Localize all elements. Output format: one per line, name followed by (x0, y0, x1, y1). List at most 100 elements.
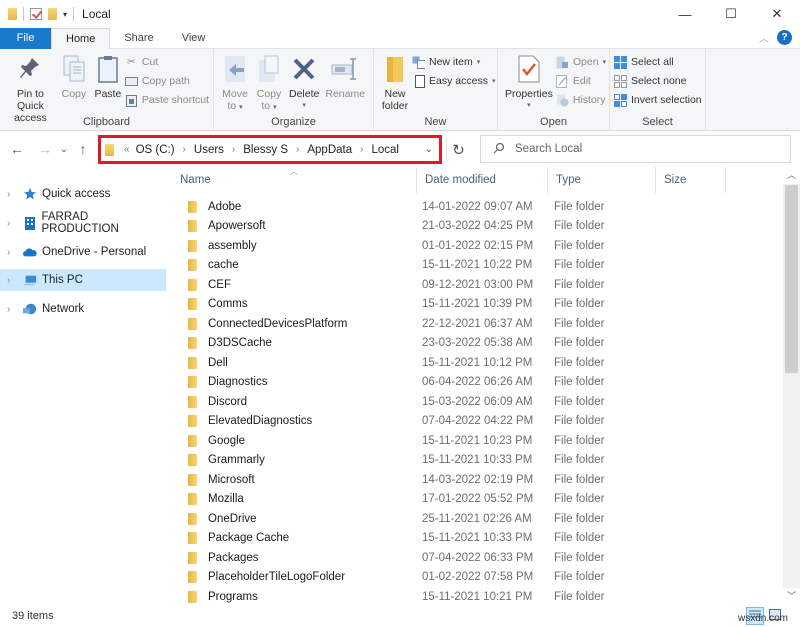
file-row[interactable]: PlaceholderTileLogoFolder 01-02-2022 07:5… (172, 568, 782, 588)
tab-share[interactable]: Share (110, 28, 167, 49)
select-all-button[interactable]: Select all (614, 54, 702, 70)
file-row[interactable]: Comms 15-11-2021 10:39 PM File folder (172, 295, 782, 315)
file-row[interactable]: Dell 15-11-2021 10:12 PM File folder (172, 353, 782, 373)
file-row[interactable]: Grammarly 15-11-2021 10:33 PM File folder (172, 451, 782, 471)
column-date-modified[interactable]: Date modified (417, 167, 548, 193)
expand-chevron-icon[interactable]: › (7, 218, 17, 229)
properties-icon[interactable] (30, 8, 42, 20)
file-name: PlaceholderTileLogoFolder (208, 571, 346, 584)
file-row[interactable]: Apowersoft 21-03-2022 04:25 PM File folder (172, 217, 782, 237)
overflow-chevron[interactable]: « (124, 144, 130, 155)
nav-item-quick-access[interactable]: › Quick access (0, 183, 166, 205)
file-row[interactable]: cache 15-11-2021 10:22 PM File folder (172, 256, 782, 276)
breadcrumb-appdata[interactable]: AppData (307, 144, 352, 156)
paste-shortcut-button[interactable]: Paste shortcut (125, 92, 209, 108)
date-modified: 06-04-2022 06:26 AM (422, 376, 533, 389)
search-input[interactable] (515, 143, 775, 155)
scroll-down-button[interactable]: ﹀ (783, 588, 800, 605)
file-row[interactable]: OneDrive 25-11-2021 02:26 AM File folder (172, 509, 782, 529)
search-box[interactable] (480, 135, 791, 163)
recent-locations-button[interactable]: ⌄ (56, 144, 72, 155)
expand-chevron-icon[interactable]: › (7, 304, 17, 315)
nav-item-this-pc[interactable]: › This PC (0, 269, 166, 291)
invert-selection-button[interactable]: Invert selection (614, 92, 702, 108)
nav-item-farrad-production[interactable]: › FARRAD PRODUCTION (0, 211, 166, 235)
history-button[interactable]: History (556, 92, 606, 108)
breadcrumb-os-c[interactable]: OS (C:) (136, 144, 175, 156)
customize-toolbar-icon[interactable]: ▾ (63, 10, 67, 19)
file-row[interactable]: CEF 09-12-2021 03:00 PM File folder (172, 275, 782, 295)
file-name-cell: Mozilla (172, 493, 408, 506)
back-button[interactable]: ← (6, 141, 28, 157)
vertical-scrollbar[interactable]: ︿ ﹀ (783, 167, 800, 605)
file-row[interactable]: Mozilla 17-01-2022 05:52 PM File folder (172, 490, 782, 510)
edit-button[interactable]: Edit (556, 73, 606, 89)
folder-icon (188, 532, 197, 545)
folder-icon (188, 376, 197, 389)
file-type: File folder (554, 298, 605, 311)
new-item-button[interactable]: New item ▾ (412, 54, 495, 70)
status-bar: 39 items wsxdn.com (0, 605, 800, 627)
file-row[interactable]: Programs 15-11-2021 10:21 PM File folder (172, 587, 782, 607)
folder-icon (188, 239, 197, 252)
copy-to-icon (255, 53, 283, 85)
file-row[interactable]: Package Cache 15-11-2021 10:33 PM File fol… (172, 529, 782, 549)
file-row[interactable]: Adobe 14-01-2022 09:07 AM File folder (172, 197, 782, 217)
expand-chevron-icon[interactable]: › (7, 247, 17, 258)
expand-chevron-icon[interactable]: › (7, 189, 17, 200)
new-group-label: New (424, 116, 447, 128)
breadcrumb-blessy-s[interactable]: Blessy S (243, 144, 288, 156)
file-row[interactable]: Packages 07-04-2022 06:33 PM File folder (172, 548, 782, 568)
address-dropdown-icon[interactable]: ⌄ (425, 144, 433, 155)
open-button[interactable]: Open ▾ (556, 54, 606, 70)
tab-file[interactable]: File (0, 28, 51, 49)
nav-item-network[interactable]: › Network (0, 298, 166, 320)
ribbon-tabs: File Home Share View ︿ ? (0, 28, 800, 49)
file-type: File folder (554, 415, 605, 428)
file-row[interactable]: D3DSCache 23-03-2022 05:38 AM File folder (172, 334, 782, 354)
new-folder-icon[interactable] (48, 8, 57, 20)
file-name: Google (208, 434, 246, 447)
up-button[interactable]: ↑ (72, 141, 94, 157)
file-row[interactable]: Discord 15-03-2022 06:09 AM File folder (172, 392, 782, 412)
tab-view[interactable]: View (168, 28, 220, 49)
address-bar[interactable]: « OS (C:) › Users › Blessy S › AppData ›… (98, 135, 442, 164)
copy-path-button[interactable]: Copy path (124, 73, 209, 89)
cut-button[interactable]: ✂ Cut (125, 54, 209, 70)
maximize-button[interactable]: ☐ (708, 0, 754, 28)
file-row[interactable]: assembly 01-01-2022 02:15 PM File folder (172, 236, 782, 256)
file-name: Programs (208, 590, 258, 603)
file-type: File folder (554, 259, 605, 272)
refresh-button[interactable]: ↻ (446, 138, 470, 162)
file-name-cell: Apowersoft (172, 220, 408, 233)
scroll-thumb[interactable] (785, 185, 798, 373)
file-row[interactable]: ConnectedDevicesPlatform 22-12-2021 06:37… (172, 314, 782, 334)
folder-icon (188, 551, 197, 564)
file-name-cell: Diagnostics (172, 376, 408, 389)
column-name[interactable]: ︿ Name (172, 167, 417, 193)
collapse-ribbon-icon[interactable]: ︿ (759, 30, 769, 45)
file-row[interactable]: Microsoft 14-03-2022 02:19 PM File folder (172, 470, 782, 490)
breadcrumb-users[interactable]: Users (194, 144, 224, 156)
easy-access-button[interactable]: Easy access ▾ (412, 73, 495, 89)
file-row[interactable]: ElevatedDiagnostics 07-04-2022 04:22 PM Fi… (172, 412, 782, 432)
close-button[interactable]: ✕ (754, 0, 800, 28)
delete-icon (290, 53, 318, 85)
file-row[interactable]: Google 15-11-2021 10:23 PM File folder (172, 431, 782, 451)
nav-item-onedrive[interactable]: › OneDrive - Personal (0, 241, 166, 263)
breadcrumb-local[interactable]: Local (371, 144, 399, 156)
forward-button[interactable]: → (34, 141, 56, 157)
file-type: File folder (554, 551, 605, 564)
column-type[interactable]: Type (548, 167, 656, 193)
file-row[interactable]: Diagnostics 06-04-2022 06:26 AM File folde… (172, 373, 782, 393)
help-icon[interactable]: ? (777, 30, 792, 45)
tab-home[interactable]: Home (51, 28, 111, 49)
file-type: File folder (554, 239, 605, 252)
scroll-up-button[interactable]: ︿ (783, 167, 800, 184)
minimize-button[interactable]: — (662, 0, 708, 28)
column-size[interactable]: Size (656, 167, 726, 193)
file-name: D3DSCache (208, 337, 272, 350)
expand-chevron-icon[interactable]: › (7, 275, 17, 286)
select-none-button[interactable]: Select none (614, 73, 702, 89)
file-name: Adobe (208, 200, 242, 213)
